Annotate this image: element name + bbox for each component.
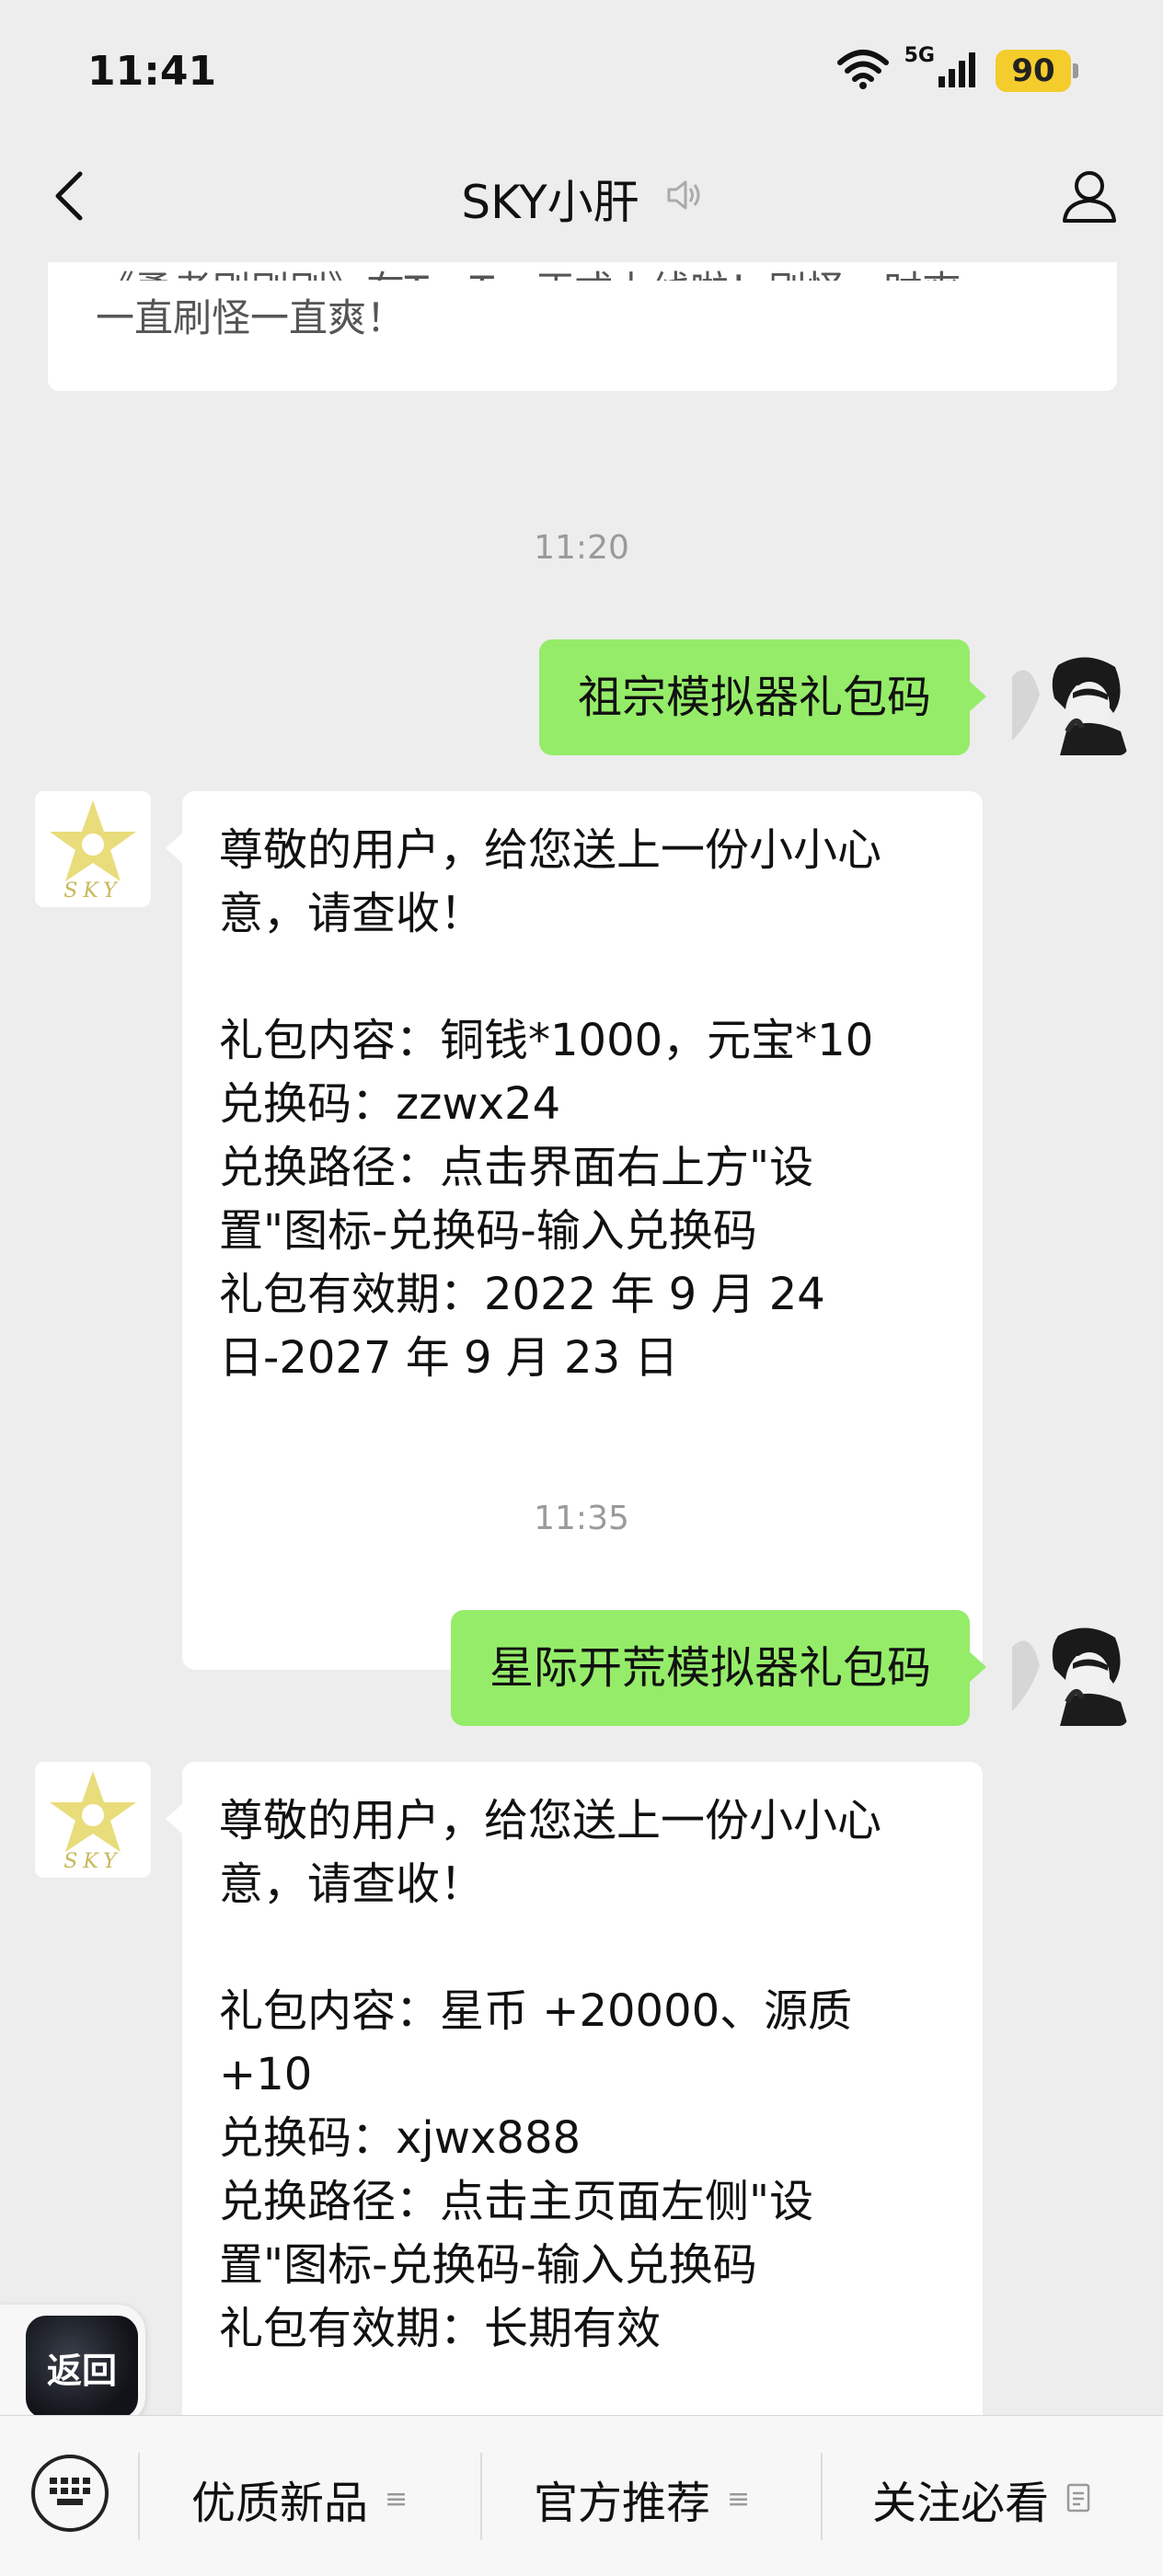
nav-bar: SKY小肝 [0,138,1163,262]
bottom-menu: 优质新品 ≡ 官方推荐 ≡ 关注必看 [0,2415,1163,2576]
menu-item-label: 优质新品 [191,2478,369,2529]
menu-item-official-recommend[interactable]: 官方推荐 ≡ [534,2462,750,2536]
status-icons: 5G 90 [836,44,1078,94]
menu-item-must-read[interactable]: 关注必看 [872,2462,1091,2536]
page-title: SKY小肝 [0,166,1163,232]
sky-avatar[interactable]: SKY [35,1762,151,1878]
menu-item-label: 关注必看 [872,2478,1050,2529]
article-card[interactable]: 《勇者刷刷刷》在TapTap正式上线啦！刷怪一时爽， 一直刷怪一直爽！ [48,262,1117,391]
submenu-lines-icon: ≡ [727,2482,751,2515]
person-icon [1059,166,1120,230]
sky-logo-text: SKY [63,880,122,903]
menu-divider [480,2453,482,2540]
menu-divider [821,2453,823,2540]
battery-indicator: 90 [996,50,1078,92]
sky-avatar[interactable]: SKY [35,791,151,907]
sky-logo-text: SKY [63,1850,122,1873]
return-button[interactable]: 返回 [26,2316,138,2419]
sent-message-bubble[interactable]: 祖宗模拟器礼包码 [538,639,987,755]
timestamp: 11:20 [534,529,629,567]
sent-message-bubble[interactable]: 星际开荒模拟器礼包码 [450,1610,987,1726]
signal-icon [937,51,981,91]
article-card-line2: 一直刷怪一直爽！ [96,295,406,340]
menu-divider [138,2453,140,2540]
keyboard-toggle-button[interactable] [31,2455,109,2532]
network-label: 5G [904,44,935,67]
user-avatar[interactable] [1012,639,1128,755]
mute-speaker-icon [663,172,702,225]
chat-title: SKY小肝 [461,176,639,229]
wifi-icon [836,48,890,94]
timestamp: 11:35 [534,1500,629,1537]
menu-item-label: 官方推荐 [534,2478,711,2529]
menu-item-new-products[interactable]: 优质新品 ≡ [191,2462,408,2536]
user-avatar[interactable] [1012,1610,1128,1726]
status-time: 11:41 [87,48,217,95]
document-icon [1065,2473,1091,2524]
chat-area[interactable]: 《勇者刷刷刷》在TapTap正式上线啦！刷怪一时爽， 一直刷怪一直爽！ 11:2… [0,262,1163,2415]
article-card-line1: 《勇者刷刷刷》在TapTap正式上线啦！刷怪一时爽， [96,262,1069,281]
status-bar: 11:41 5G 90 [0,0,1163,138]
submenu-lines-icon: ≡ [385,2482,409,2515]
received-message-bubble[interactable]: 尊敬的用户，给您送上一份小小心 意，请查收！ 礼包内容：铜钱*1000，元宝*1… [166,791,983,1670]
profile-button[interactable] [1053,161,1126,235]
floating-window: 返回 [0,2305,145,2424]
keyboard-icon [48,2476,92,2511]
received-message-bubble[interactable]: 尊敬的用户，给您送上一份小小心 意，请查收！ 礼包内容：星币 +20000、源质… [166,1762,983,2415]
